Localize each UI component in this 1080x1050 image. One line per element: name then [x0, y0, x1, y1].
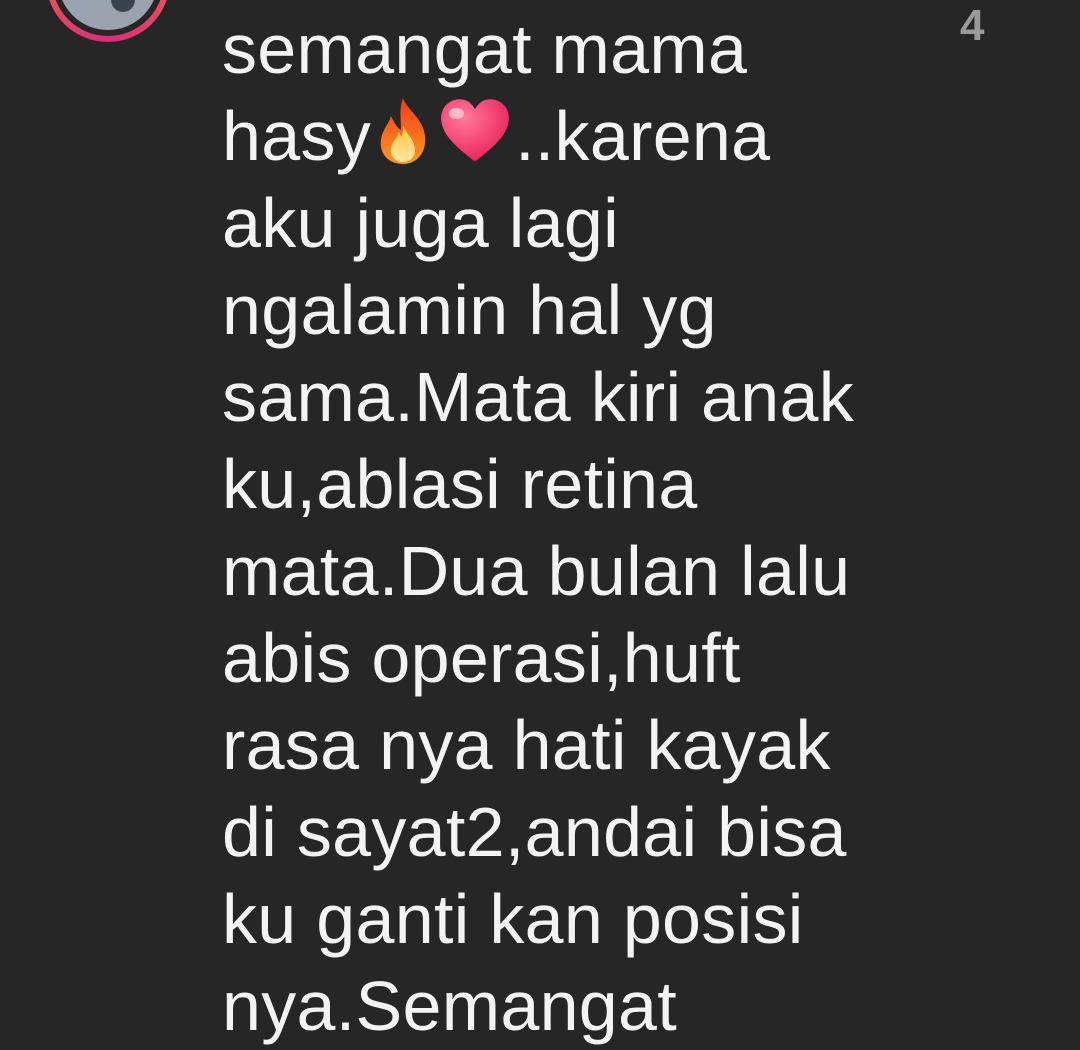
user-avatar[interactable]: [46, 0, 170, 42]
comment-text: semangat mama hasy ..karena aku juga lag…: [222, 6, 922, 1050]
comment-line: sama.Mata kiri anak: [222, 358, 855, 436]
comment-line: ku,ablasi retina: [222, 445, 698, 523]
comment-line: ku ganti kan posisi: [222, 880, 804, 958]
comment-line-segment: hasy: [222, 97, 372, 175]
like-count[interactable]: 4: [960, 4, 984, 48]
heart-emoji-icon: [441, 99, 509, 162]
fire-emoji-icon: [380, 98, 426, 164]
comment-line: semangat mama: [222, 10, 748, 88]
comment-line: mata.Dua bulan lalu: [222, 532, 851, 610]
comment-line: ngalamin hal yg: [222, 271, 717, 349]
avatar-photo: [58, 0, 158, 30]
comment-line: rasa nya hati kayak: [222, 706, 831, 784]
comment-line: nya.Semangat: [222, 967, 678, 1045]
comment-line: di sayat2,andai bisa: [222, 793, 847, 871]
comment-line: hasy ..karena: [222, 93, 922, 180]
comment-line: aku juga lagi: [222, 184, 619, 262]
avatar-ring-gap: [52, 0, 164, 36]
comment-line: abis operasi,huft: [222, 619, 741, 697]
comment-line-segment: ..karena: [515, 97, 771, 175]
comment-row: semangat mama hasy ..karena aku juga lag…: [0, 0, 1080, 1045]
